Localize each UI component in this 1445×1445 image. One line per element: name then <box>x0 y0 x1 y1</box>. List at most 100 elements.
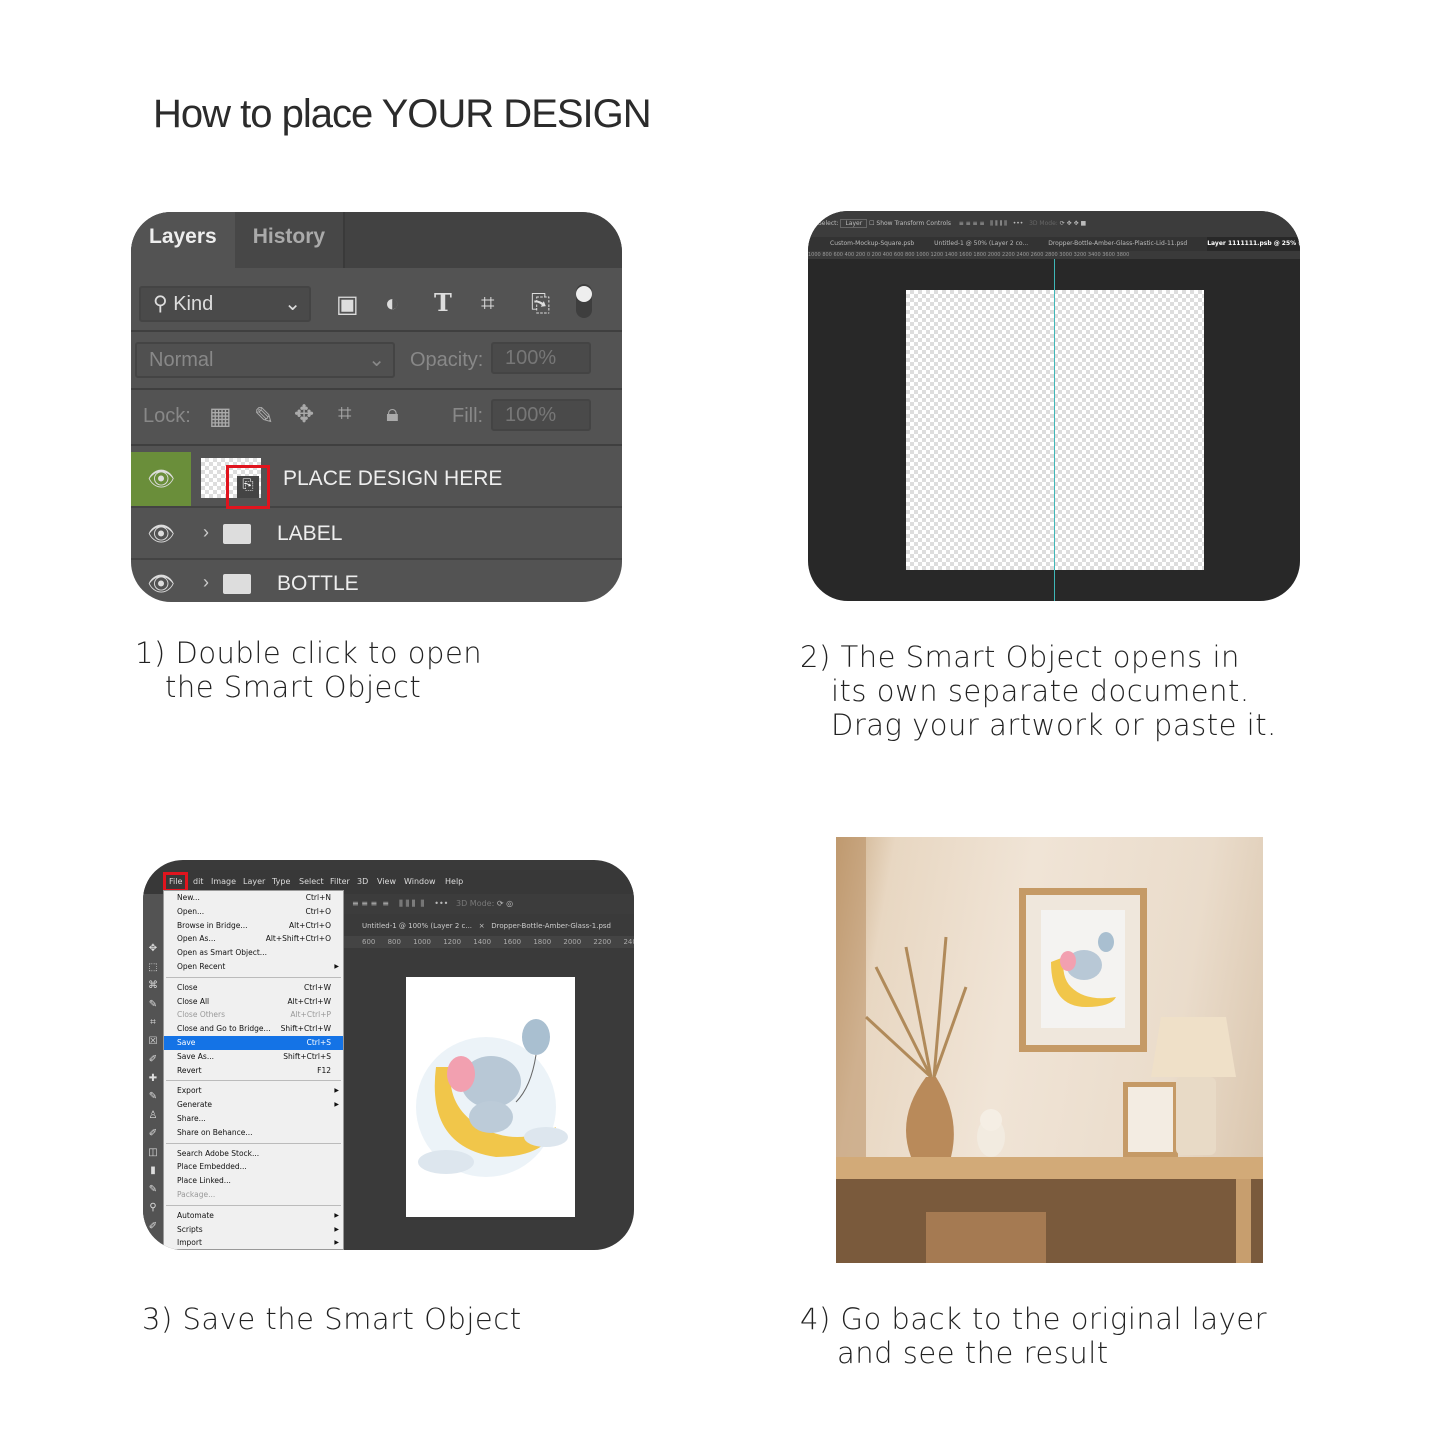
menu-item-label: Place Embedded... <box>177 1162 247 1172</box>
menu-item-close-and-go-to-bridge[interactable]: Close and Go to Bridge... Shift+Ctrl+W <box>164 1022 343 1036</box>
menu-item-automate[interactable]: Automate ▶ <box>164 1209 343 1223</box>
submenu-arrow-icon: ▶ <box>334 1239 339 1247</box>
options-bar: ≡ ≡ ≡ ≡ ⫼ ⫼ ⫼ ⫼ ••• 3D Mode: ⟳ ◎ <box>344 894 634 914</box>
filter-kind-select[interactable]: ⚲ Kind ⌄ <box>139 286 311 322</box>
menu-item-close[interactable]: Close Ctrl+W <box>164 981 343 995</box>
folder-icon <box>223 574 251 594</box>
elephant-moon-artwork <box>416 1019 568 1177</box>
shape-filter-icon[interactable]: ⌗ <box>481 290 495 318</box>
menu-item-share[interactable]: Share... <box>164 1112 343 1126</box>
brush-icon[interactable]: ✎ <box>254 402 274 431</box>
chevron-right-icon[interactable]: › <box>203 522 209 543</box>
menu-window[interactable]: Window <box>404 870 436 894</box>
menu-item-save[interactable]: Save Ctrl+S <box>164 1035 343 1050</box>
menu-item-revert[interactable]: Revert F12 <box>164 1064 343 1078</box>
transparent-canvas[interactable] <box>906 290 1204 570</box>
lock-icon[interactable]: 🔒︎ <box>386 400 399 428</box>
menu-3d[interactable]: 3D <box>357 870 368 894</box>
menu-separator <box>166 976 341 978</box>
menu-item-scripts[interactable]: Scripts ▶ <box>164 1223 343 1237</box>
menu-item-search-adobe-stock[interactable]: Search Adobe Stock... <box>164 1147 343 1161</box>
menu-item-open-as[interactable]: Open As... Alt+Shift+Ctrl+O <box>164 932 343 946</box>
menu-item-export[interactable]: Export ▶ <box>164 1084 343 1098</box>
options-bar: Select: Layer ☐ Show Transform Controls … <box>808 211 1300 237</box>
menu-item-open-recent[interactable]: Open Recent ▶ <box>164 960 343 974</box>
dried-grass <box>864 936 968 1079</box>
menu-help[interactable]: Help <box>445 870 463 894</box>
menu-item-label: Scripts <box>177 1224 203 1234</box>
tab-document[interactable]: Dropper-Bottle-Amber-Glass-1.psd <box>491 922 611 930</box>
layer-row-label[interactable]: 👁︎ › LABEL <box>131 510 622 560</box>
menu-item-place-linked[interactable]: Place Linked... <box>164 1174 343 1188</box>
menu-item-share-on-behance[interactable]: Share on Behance... <box>164 1126 343 1140</box>
menu-item-save-as[interactable]: Save As... Shift+Ctrl+S <box>164 1050 343 1064</box>
menu-item-open[interactable]: Open... Ctrl+O <box>164 905 343 919</box>
fill-input[interactable]: 100% <box>491 399 591 431</box>
ruler: 600 800 1000 1200 1400 1600 1800 2000 22… <box>344 936 634 948</box>
opacity-input[interactable]: 100% <box>491 342 591 374</box>
menu-item-label: Save As... <box>177 1051 214 1061</box>
menu-item-label: Open... <box>177 906 205 916</box>
smart-object-highlight: ⎘ <box>226 465 270 509</box>
menu-item-label: Place Linked... <box>177 1176 231 1186</box>
submenu-arrow-icon: ▶ <box>334 962 339 970</box>
adjustment-filter-icon[interactable]: ◐ <box>385 290 400 318</box>
smart-object-icon: ⎘ <box>237 476 259 498</box>
layer-row-place-design-here[interactable]: 👁︎ ⎘ PLACE DESIGN HERE <box>131 452 622 509</box>
step-3-caption: 3) Save the Smart Object <box>142 1302 522 1336</box>
menu-item-close-others[interactable]: Close Others Alt+Ctrl+P <box>164 1008 343 1022</box>
menu-item-shortcut: Alt+Ctrl+P <box>290 1010 331 1020</box>
step-2-caption: 2) The Smart Object opens in its own sepa… <box>800 640 1277 742</box>
type-filter-icon[interactable]: T <box>434 288 452 317</box>
tab-document[interactable]: Untitled-1 @ 100% (Layer 2 c... <box>362 922 472 930</box>
tab-document[interactable]: Dropper-Bottle-Amber-Glass-Plastic-Lid-1… <box>1048 237 1187 251</box>
filter-toggle[interactable] <box>576 284 592 318</box>
menu-item-place-embedded[interactable]: Place Embedded... <box>164 1160 343 1174</box>
blend-mode-select[interactable]: Normal ⌄ <box>135 342 395 378</box>
menu-item-open-as-smart-object[interactable]: Open as Smart Object... <box>164 946 343 960</box>
menu-file[interactable]: File <box>163 872 189 892</box>
menu-item-shortcut: Shift+Ctrl+S <box>283 1051 331 1061</box>
move-icon[interactable]: ✥ <box>294 400 314 429</box>
tab-history[interactable]: History <box>234 212 346 268</box>
search-icon: ⚲ <box>153 293 168 315</box>
menu-item-shortcut: Ctrl+O <box>305 906 331 916</box>
step-1-caption: 1) Double click to open the Smart Object <box>135 636 483 704</box>
document-tabs: Untitled-1 @ 100% (Layer 2 c... × Droppe… <box>362 922 612 930</box>
lock-transparent-icon[interactable]: ▦ <box>209 402 232 431</box>
tab-document[interactable]: Custom-Mockup-Square.psb <box>830 237 914 251</box>
menu-view[interactable]: View <box>377 870 396 894</box>
menu-item-package[interactable]: Package... <box>164 1188 343 1202</box>
eye-icon[interactable]: 👁︎ <box>131 510 191 558</box>
menu-item-label: Share on Behance... <box>177 1127 253 1137</box>
layer-row-bottle[interactable]: 👁︎ › BOTTLE <box>131 560 622 602</box>
menu-item-new[interactable]: New... Ctrl+N <box>164 891 343 905</box>
menu-item-browse-in-bridge[interactable]: Browse in Bridge... Alt+Ctrl+O <box>164 919 343 933</box>
menu-item-label: New... <box>177 893 200 902</box>
tab-layers[interactable]: Layers <box>131 212 235 268</box>
menu-item-shortcut: Ctrl+W <box>303 982 331 992</box>
menu-item-label: Export <box>177 1086 202 1096</box>
menu-item-shortcut: Ctrl+N <box>305 893 331 902</box>
chevron-right-icon[interactable]: › <box>203 572 209 593</box>
menu-item-import[interactable]: Import ▶ <box>164 1236 343 1250</box>
smart-object-filter-icon[interactable]: ⎘ <box>531 290 550 318</box>
menu-item-close-all[interactable]: Close All Alt+Ctrl+W <box>164 995 343 1009</box>
image-filter-icon[interactable]: ▣ <box>336 290 359 319</box>
artwork-canvas[interactable] <box>406 977 575 1217</box>
auto-select-dropdown[interactable]: Layer <box>840 219 868 228</box>
menu-item-shortcut: F12 <box>317 1065 331 1075</box>
vase <box>906 1077 954 1167</box>
artboard-icon[interactable]: ⌗ <box>338 400 352 428</box>
eye-icon[interactable]: 👁︎ <box>131 452 191 506</box>
tab-document[interactable]: Untitled-1 @ 50% (Layer 2 co... <box>934 237 1028 251</box>
submenu-arrow-icon: ▶ <box>334 1225 339 1233</box>
menu-item-generate[interactable]: Generate ▶ <box>164 1098 343 1112</box>
lamp-base <box>1176 1077 1216 1155</box>
menu-item-label: Automate <box>177 1210 214 1220</box>
menu-item-label: Open as Smart Object... <box>177 948 267 958</box>
menu-separator <box>166 1080 341 1082</box>
eye-icon[interactable]: 👁︎ <box>131 560 191 602</box>
tab-document-active[interactable]: Layer 1111111.psb @ 25% (Background Colo… <box>1207 237 1300 251</box>
menu-separator <box>166 1204 341 1206</box>
